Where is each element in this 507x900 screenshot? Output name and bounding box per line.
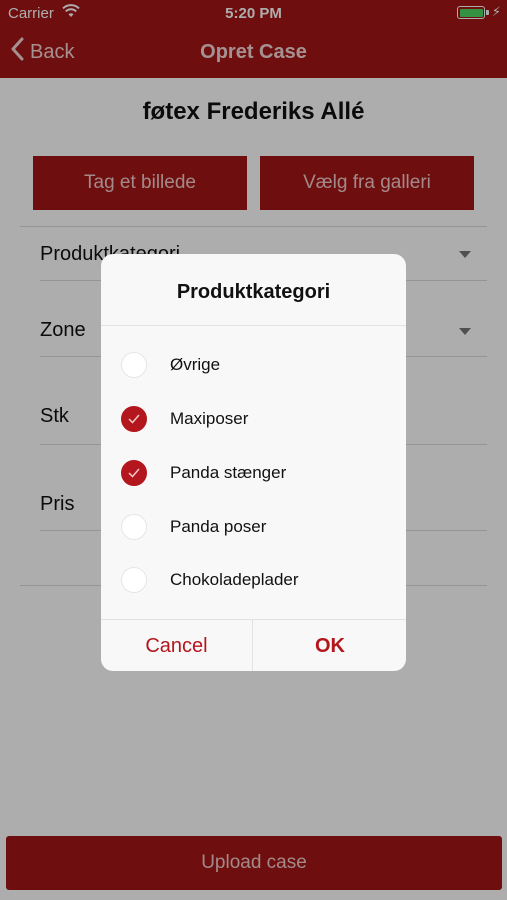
option-chokoladeplader[interactable]: Chokoladeplader (101, 553, 406, 607)
ok-button[interactable]: OK (254, 620, 406, 671)
option-label: Panda poser (170, 517, 267, 536)
option-label: Panda stænger (170, 463, 287, 482)
radio-checked-icon (121, 406, 147, 432)
option-maxiposer[interactable]: Maxiposer (101, 392, 406, 446)
option-ovrige[interactable]: Øvrige (101, 338, 406, 392)
radio-unchecked-icon (121, 514, 147, 540)
cancel-button[interactable]: Cancel (101, 620, 253, 671)
dialog-title: Produktkategori (101, 254, 406, 326)
product-category-dialog: Produktkategori Øvrige Maxiposer Panda s… (101, 254, 406, 671)
radio-unchecked-icon (121, 352, 147, 378)
radio-unchecked-icon (121, 567, 147, 593)
option-panda-poser[interactable]: Panda poser (101, 500, 406, 554)
radio-checked-icon (121, 460, 147, 486)
option-panda-staenger[interactable]: Panda stænger (101, 446, 406, 500)
option-label: Chokoladeplader (170, 570, 299, 589)
dialog-actions: Cancel OK (101, 619, 406, 671)
option-label: Maxiposer (170, 409, 249, 428)
option-label: Øvrige (170, 355, 221, 374)
